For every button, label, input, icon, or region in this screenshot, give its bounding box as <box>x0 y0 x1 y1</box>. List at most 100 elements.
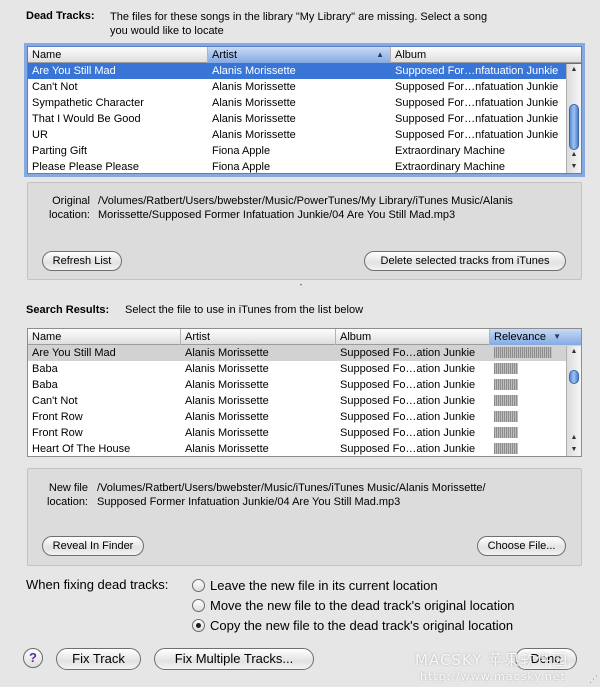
track-album-cell: Supposed For…nfatuation Junkie <box>395 113 559 125</box>
relevance-bar <box>494 443 518 454</box>
track-album-cell: Extraordinary Machine <box>395 161 506 173</box>
table-row[interactable]: That I Would Be Good Alanis Morissette Sup… <box>28 111 581 127</box>
table-row[interactable]: Front Row Alanis Morissette Supposed Fo…at… <box>28 425 581 441</box>
scroll-up-icon[interactable]: ▲ <box>567 346 581 358</box>
watermark-url: http://www.macsky.net <box>420 670 566 683</box>
table-row[interactable]: Sympathetic Character Alanis Morissette Su… <box>28 95 581 111</box>
watermark-logo: MACSKY 苹果软件园 <box>415 651 569 669</box>
original-location-path: /Volumes/Ratbert/Users/bwebster/Music/Po… <box>98 195 513 221</box>
track-artist-cell: Fiona Apple <box>212 161 271 173</box>
search-results-scrollbar[interactable]: ▲ ▲ ▼ <box>566 346 581 456</box>
table-row[interactable]: Are You Still Mad Alanis Morissette Suppos… <box>28 345 581 361</box>
column-header-album[interactable]: Album <box>391 47 581 63</box>
search-results-table[interactable]: Name Artist Album Relevance ▼ Are You St… <box>27 328 582 457</box>
result-album-cell: Supposed Fo…ation Junkie <box>340 379 476 391</box>
radio-button[interactable] <box>192 619 205 632</box>
column-header-relevance[interactable]: Relevance ▼ <box>490 329 581 345</box>
fix-multiple-tracks-button[interactable]: Fix Multiple Tracks... <box>154 648 314 670</box>
table-row[interactable]: Heart Of The House Alanis Morissette Suppo… <box>28 441 581 456</box>
resize-grip-icon[interactable]: ⋰ <box>589 674 598 685</box>
reveal-in-finder-button[interactable]: Reveal In Finder <box>42 536 144 556</box>
result-name-cell: Heart Of The House <box>32 443 131 455</box>
column-header-artist[interactable]: Artist ▲ <box>208 47 391 63</box>
result-album-cell: Supposed Fo…ation Junkie <box>340 411 476 423</box>
result-album-cell: Supposed Fo…ation Junkie <box>340 395 476 407</box>
relevance-bar <box>494 379 518 390</box>
track-name-cell: Can't Not <box>32 81 78 93</box>
table-row[interactable]: Please Please Please Fiona Apple Extraordi… <box>28 159 581 173</box>
sort-descending-icon: ▼ <box>553 332 561 341</box>
fixing-options-radio-group: Leave the new file in its current locati… <box>192 576 515 636</box>
track-name-cell: Please Please Please <box>32 161 140 173</box>
scroll-thumb[interactable] <box>569 370 579 384</box>
table-row[interactable]: Can't Not Alanis Morissette Supposed Fo…at… <box>28 393 581 409</box>
radio-option-copy[interactable]: Copy the new file to the dead track's or… <box>192 616 515 636</box>
relevance-bar <box>494 411 518 422</box>
column-header-album[interactable]: Album <box>336 329 490 345</box>
relevance-bar <box>494 427 518 438</box>
scroll-down-icon[interactable]: ▼ <box>567 161 581 173</box>
track-artist-cell: Alanis Morissette <box>212 65 296 77</box>
scroll-up-icon[interactable]: ▲ <box>567 432 581 444</box>
result-name-cell: Can't Not <box>32 395 78 407</box>
new-file-location-label: New file location: <box>47 482 88 508</box>
track-name-cell: Are You Still Mad <box>32 65 116 77</box>
result-album-cell: Supposed Fo…ation Junkie <box>340 427 476 439</box>
result-name-cell: Are You Still Mad <box>32 347 116 359</box>
track-name-cell: UR <box>32 129 48 141</box>
fix-track-button[interactable]: Fix Track <box>56 648 141 670</box>
track-album-cell: Supposed For…nfatuation Junkie <box>395 97 559 109</box>
column-header-artist[interactable]: Artist <box>181 329 336 345</box>
dead-tracks-rows: Are You Still Mad Alanis Morissette Suppos… <box>28 63 581 173</box>
table-row[interactable]: Can't Not Alanis Morissette Supposed For…n… <box>28 79 581 95</box>
search-results-rows: Are You Still Mad Alanis Morissette Suppos… <box>28 345 581 456</box>
radio-option-move[interactable]: Move the new file to the dead track's or… <box>192 596 515 616</box>
table-row[interactable]: UR Alanis Morissette Supposed For…nfatuati… <box>28 127 581 143</box>
track-artist-cell: Fiona Apple <box>212 145 271 157</box>
choose-file-button[interactable]: Choose File... <box>477 536 566 556</box>
dead-tracks-table[interactable]: Name Artist ▲ Album Are You Still Mad Ala… <box>27 46 582 174</box>
relevance-bar <box>494 395 518 406</box>
radio-option-leave[interactable]: Leave the new file in its current locati… <box>192 576 515 596</box>
track-artist-cell: Alanis Morissette <box>212 81 296 93</box>
result-album-cell: Supposed Fo…ation Junkie <box>340 347 476 359</box>
result-artist-cell: Alanis Morissette <box>185 347 269 359</box>
result-artist-cell: Alanis Morissette <box>185 363 269 375</box>
table-row[interactable]: Front Row Alanis Morissette Supposed Fo…at… <box>28 409 581 425</box>
radio-button[interactable] <box>192 579 205 592</box>
original-location-label: Original location: <box>49 195 90 221</box>
result-name-cell: Front Row <box>32 411 83 423</box>
table-row[interactable]: Baba Alanis Morissette Supposed Fo…ation J… <box>28 377 581 393</box>
track-album-cell: Extraordinary Machine <box>395 145 506 157</box>
fixing-options-label: When fixing dead tracks: <box>26 577 169 592</box>
table-row[interactable]: Parting Gift Fiona Apple Extraordinary Mac… <box>28 143 581 159</box>
scroll-thumb[interactable] <box>569 104 579 150</box>
new-file-location-path: /Volumes/Ratbert/Users/bwebster/Music/iT… <box>97 482 486 508</box>
table-row[interactable]: Are You Still Mad Alanis Morissette Suppos… <box>28 63 581 79</box>
result-name-cell: Front Row <box>32 427 83 439</box>
dead-tracks-label: Dead Tracks: <box>26 10 95 22</box>
splitter-handle-icon[interactable]: • <box>300 283 306 289</box>
delete-tracks-button[interactable]: Delete selected tracks from iTunes <box>364 251 566 271</box>
track-album-cell: Supposed For…nfatuation Junkie <box>395 129 559 141</box>
result-artist-cell: Alanis Morissette <box>185 443 269 455</box>
result-name-cell: Baba <box>32 363 58 375</box>
radio-button[interactable] <box>192 599 205 612</box>
scroll-down-icon[interactable]: ▼ <box>567 444 581 456</box>
scroll-up-icon[interactable]: ▲ <box>567 64 581 76</box>
track-name-cell: Sympathetic Character <box>32 97 144 109</box>
relevance-bar <box>494 363 518 374</box>
dead-tracks-scrollbar[interactable]: ▲ ▲ ▼ <box>566 64 581 173</box>
help-button[interactable]: ? <box>23 648 43 668</box>
result-artist-cell: Alanis Morissette <box>185 395 269 407</box>
search-results-table-header: Name Artist Album Relevance ▼ <box>28 329 581 345</box>
scroll-up-icon[interactable]: ▲ <box>567 149 581 161</box>
track-album-cell: Supposed For…nfatuation Junkie <box>395 65 559 77</box>
column-header-name[interactable]: Name <box>28 47 208 63</box>
result-artist-cell: Alanis Morissette <box>185 427 269 439</box>
refresh-list-button[interactable]: Refresh List <box>42 251 122 271</box>
track-artist-cell: Alanis Morissette <box>212 97 296 109</box>
search-results-label: Search Results: <box>26 304 110 316</box>
column-header-name[interactable]: Name <box>28 329 181 345</box>
table-row[interactable]: Baba Alanis Morissette Supposed Fo…ation J… <box>28 361 581 377</box>
